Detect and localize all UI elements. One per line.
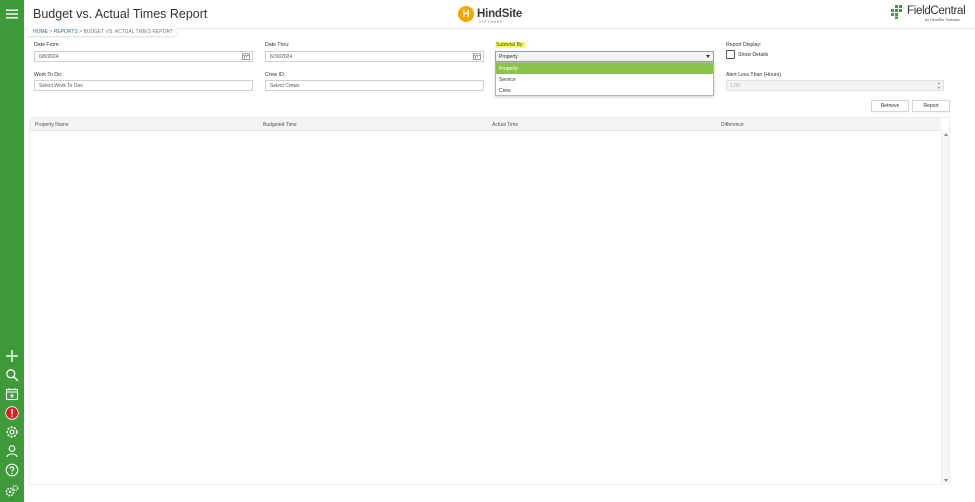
breadcrumb-reports[interactable]: REPORTS xyxy=(54,29,78,35)
add-icon[interactable] xyxy=(3,348,21,364)
show-details-checkbox[interactable] xyxy=(726,50,735,59)
hindsite-logo: H HindSite SOFTWARE xyxy=(458,4,522,24)
scroll-up-icon[interactable] xyxy=(944,133,948,136)
report-display-label: Report Display: xyxy=(726,42,762,48)
subtotal-by-label-text: Subtotal By: xyxy=(495,42,525,48)
page-title: Budget vs. Actual Times Report xyxy=(33,7,208,21)
alert-less-than-label: Alert Less Than (Hours) xyxy=(726,72,781,78)
column-header-actual-time[interactable]: Actual Time xyxy=(492,118,518,131)
date-thru-value: 6/30/2024 xyxy=(270,53,293,60)
show-details-label: Show Details xyxy=(738,52,769,58)
breadcrumb: HOME > REPORTS > BUDGET VS. ACTUAL TIMES… xyxy=(27,27,178,36)
crew-id-select[interactable]: Select Crews xyxy=(265,80,484,91)
subtotal-option-service[interactable]: Service xyxy=(496,74,713,85)
alert-spinner[interactable] xyxy=(937,81,941,90)
report-table: Property Name Budgeted Time Actual Time … xyxy=(29,117,950,485)
subtotal-by-label: Subtotal By: xyxy=(495,42,525,48)
spinner-up-icon[interactable] xyxy=(938,82,940,85)
date-thru-label: Date Thru: xyxy=(265,42,290,48)
date-from-field[interactable]: 6/8/2024 xyxy=(34,51,253,62)
fieldcentral-logo-text: FieldCentral xyxy=(907,5,966,17)
calendar-icon[interactable] xyxy=(473,53,481,60)
help-icon[interactable] xyxy=(3,462,21,478)
breadcrumb-home[interactable]: HOME xyxy=(33,29,48,35)
subtotal-by-dropdown: Property Service Crew xyxy=(495,62,714,96)
sidebar xyxy=(0,0,24,502)
alert-less-than-value: 1.00 xyxy=(730,82,740,89)
subtotal-option-crew[interactable]: Crew xyxy=(496,85,713,96)
user-icon[interactable] xyxy=(3,443,21,459)
scroll-down-icon[interactable] xyxy=(944,479,948,482)
subtotal-option-property[interactable]: Property xyxy=(496,63,713,74)
retrieve-button[interactable]: Retrieve xyxy=(871,100,909,112)
chevron-down-icon[interactable] xyxy=(702,52,713,61)
hindsite-logo-sub: SOFTWARE xyxy=(479,20,503,24)
alert-less-than-input[interactable]: 1.00 xyxy=(726,80,944,91)
report-button[interactable]: Report xyxy=(912,100,950,112)
date-from-value: 6/8/2024 xyxy=(39,53,59,60)
calendar-icon[interactable] xyxy=(242,53,250,60)
column-header-budgeted-time[interactable]: Budgeted Time xyxy=(263,118,297,131)
work-to-do-placeholder: Select Work To Dos xyxy=(39,82,83,89)
gears-icon[interactable] xyxy=(3,483,21,499)
work-to-do-label: Work To Do: xyxy=(34,72,63,78)
table-scrollbar[interactable] xyxy=(941,130,949,485)
crew-id-placeholder: Select Crews xyxy=(270,82,300,89)
menu-icon[interactable] xyxy=(3,6,21,22)
crew-id-label: Crew ID: xyxy=(265,72,286,78)
spinner-down-icon[interactable] xyxy=(938,86,940,89)
subtotal-by-select[interactable]: Property xyxy=(495,51,714,62)
breadcrumb-current: BUDGET VS. ACTUAL TIMES REPORT xyxy=(83,28,174,35)
hindsite-logo-text: HindSite xyxy=(477,8,523,20)
column-header-difference[interactable]: Difference xyxy=(721,118,744,131)
date-from-label: Date From: xyxy=(34,42,60,48)
fieldcentral-logo-sub: by HindSite Software xyxy=(925,18,961,22)
calendar-icon[interactable] xyxy=(3,386,21,402)
fieldcentral-mark-icon xyxy=(891,5,902,19)
column-header-property-name[interactable]: Property Name xyxy=(35,118,69,131)
app-header: Budget vs. Actual Times Report H HindSit… xyxy=(24,0,975,29)
search-icon[interactable] xyxy=(3,367,21,383)
gear-icon[interactable] xyxy=(3,424,21,440)
hindsite-logo-mark: H xyxy=(458,6,474,22)
date-thru-field[interactable]: 6/30/2024 xyxy=(265,51,484,62)
alert-icon[interactable] xyxy=(3,405,21,421)
work-to-do-select[interactable]: Select Work To Dos xyxy=(34,80,253,91)
table-header: Property Name Budgeted Time Actual Time … xyxy=(30,118,941,131)
subtotal-by-value: Property xyxy=(499,53,518,60)
